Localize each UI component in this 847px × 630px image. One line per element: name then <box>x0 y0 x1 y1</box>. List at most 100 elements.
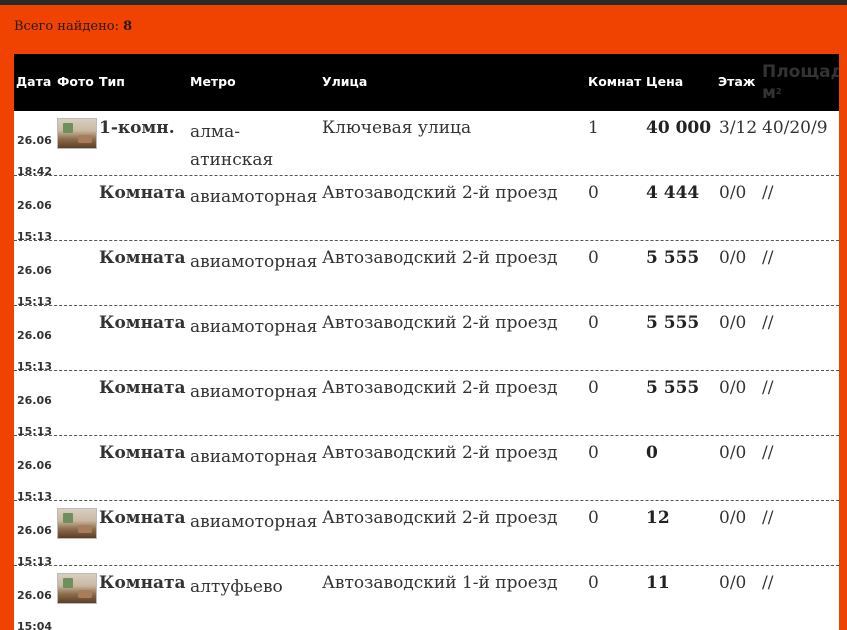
listing-date-day: 26.06 <box>17 589 52 602</box>
listing-street: Ключевая улица <box>322 118 472 138</box>
column-header-date[interactable]: Дата <box>16 74 51 89</box>
listing-metro: алтуфьево <box>190 573 283 601</box>
listing-rooms: 0 <box>588 508 599 528</box>
listing-floor: 0/0 <box>719 378 747 398</box>
listing-floor: 0/0 <box>719 313 747 333</box>
listing-rooms: 0 <box>588 313 599 333</box>
listing-street: Автозаводский 2-й проезд <box>322 443 558 463</box>
listing-metro: авиамоторная <box>190 183 317 211</box>
listing-metro-line1: авиамоторная <box>190 447 318 467</box>
listing-floor: 0/0 <box>719 508 747 528</box>
listing-type-link[interactable]: Комната <box>99 248 186 268</box>
listing-photo-thumbnail[interactable] <box>57 508 97 539</box>
listing-area: // <box>762 378 774 398</box>
listing-metro-line1: авиамоторная <box>190 382 318 402</box>
listing-metro-line1: авиамоторная <box>190 187 318 207</box>
listing-date-day: 26.06 <box>17 459 52 472</box>
listing-type-link[interactable]: 1-комн. <box>99 118 175 138</box>
top-divider <box>0 0 847 5</box>
area-unit-sup: 2 <box>775 87 782 96</box>
listing-date-day: 26.06 <box>17 264 52 277</box>
listing-rooms: 0 <box>588 248 599 268</box>
results-summary: Всего найдено: 8 <box>14 19 132 34</box>
listing-rooms: 0 <box>588 573 599 593</box>
listing-metro: алма-атинская <box>190 118 273 174</box>
listing-price: 5 555 <box>646 378 700 398</box>
column-header-price[interactable]: Цена <box>646 74 683 89</box>
listing-floor: 0/0 <box>719 248 747 268</box>
listing-type-link[interactable]: Комната <box>99 183 186 203</box>
listing-metro: авиамоторная <box>190 248 317 276</box>
listing-price: 11 <box>646 573 670 593</box>
column-header-photo[interactable]: Фото <box>57 74 94 89</box>
table-row[interactable]: 26.06 15:13 Комната авиамоторная Автозаводск… <box>14 306 839 373</box>
column-header-street[interactable]: Улица <box>322 74 367 89</box>
table-row[interactable]: 26.06 18:42 1-комн. алма-атинская Ключевая у… <box>14 111 839 178</box>
listing-type-link[interactable]: Комната <box>99 508 186 528</box>
listing-floor: 0/0 <box>719 183 747 203</box>
listing-date-day: 26.06 <box>17 329 52 342</box>
listings-table: Дата Фото Тип Метро Улица Комнат Цена Эт… <box>14 54 839 630</box>
table-row[interactable]: 26.06 15:13 Комната авиамоторная Автозаводск… <box>14 176 839 243</box>
listing-type-link[interactable]: Комната <box>99 443 186 463</box>
listing-floor: 3/12 <box>719 118 758 138</box>
listing-metro-line1: авиамоторная <box>190 317 318 337</box>
listing-street: Автозаводский 1-й проезд <box>322 573 558 593</box>
listing-area: // <box>762 183 774 203</box>
listing-street: Автозаводский 2-й проезд <box>322 378 558 398</box>
listing-area: // <box>762 508 774 528</box>
listing-area: // <box>762 248 774 268</box>
listing-date: 26.06 15:04 <box>17 580 57 630</box>
table-row[interactable]: 26.06 15:04 Комната алтуфьево Автозаводский … <box>14 566 839 630</box>
table-header: Дата Фото Тип Метро Улица Комнат Цена Эт… <box>14 54 839 111</box>
listing-price: 5 555 <box>646 313 700 333</box>
listing-metro-line2: атинская <box>190 150 274 170</box>
listing-date-day: 26.06 <box>17 524 52 537</box>
column-header-type[interactable]: Тип <box>99 74 125 89</box>
listing-price: 40 000 <box>646 118 712 138</box>
listing-area: // <box>762 443 774 463</box>
listing-area: // <box>762 313 774 333</box>
listing-metro-line1: алма- <box>190 122 241 142</box>
listing-photo-thumbnail[interactable] <box>57 573 97 604</box>
listing-floor: 0/0 <box>719 443 747 463</box>
listing-metro: авиамоторная <box>190 443 317 471</box>
results-count: 8 <box>123 19 133 34</box>
listing-type-link[interactable]: Комната <box>99 313 186 333</box>
listing-date-day: 26.06 <box>17 199 52 212</box>
table-row[interactable]: 26.06 15:13 Комната авиамоторная Автозаводск… <box>14 501 839 568</box>
table-row[interactable]: 26.06 15:13 Комната авиамоторная Автозаводск… <box>14 436 839 503</box>
listing-metro: авиамоторная <box>190 313 317 341</box>
listing-rooms: 0 <box>588 183 599 203</box>
table-row[interactable]: 26.06 15:13 Комната авиамоторная Автозаводск… <box>14 371 839 438</box>
listing-metro: авиамоторная <box>190 508 317 536</box>
results-summary-label: Всего найдено: <box>14 19 119 34</box>
listing-street: Автозаводский 2-й проезд <box>322 183 558 203</box>
listing-floor: 0/0 <box>719 573 747 593</box>
column-header-rooms[interactable]: Комнат <box>588 74 641 89</box>
listing-price: 0 <box>646 443 658 463</box>
listing-metro: авиамоторная <box>190 378 317 406</box>
listing-rooms: 0 <box>588 378 599 398</box>
listing-photo-thumbnail[interactable] <box>57 118 97 149</box>
page-background: Всего найдено: 8 Дата Фото Тип Метро Ули… <box>0 0 847 630</box>
listing-price: 4 444 <box>646 183 700 203</box>
column-header-area[interactable]: Площадь м2 <box>762 62 839 103</box>
listing-date-day: 26.06 <box>17 394 52 407</box>
listing-type-link[interactable]: Комната <box>99 573 186 593</box>
listing-metro-line1: авиамоторная <box>190 512 318 532</box>
listing-type-link[interactable]: Комната <box>99 378 186 398</box>
listing-area: // <box>762 573 774 593</box>
listing-time: 15:04 <box>17 620 53 630</box>
area-label: Площадь <box>762 62 839 82</box>
column-header-floor[interactable]: Этаж <box>718 74 755 89</box>
listing-price: 12 <box>646 508 670 528</box>
listing-rooms: 1 <box>588 118 599 138</box>
table-row[interactable]: 26.06 15:13 Комната авиамоторная Автозаводск… <box>14 241 839 308</box>
column-header-metro[interactable]: Метро <box>190 74 236 89</box>
listing-date-day: 26.06 <box>17 134 52 147</box>
listing-street: Автозаводский 2-й проезд <box>322 248 558 268</box>
listing-metro-line1: авиамоторная <box>190 252 318 272</box>
listing-rooms: 0 <box>588 443 599 463</box>
area-unit: м <box>762 83 776 103</box>
